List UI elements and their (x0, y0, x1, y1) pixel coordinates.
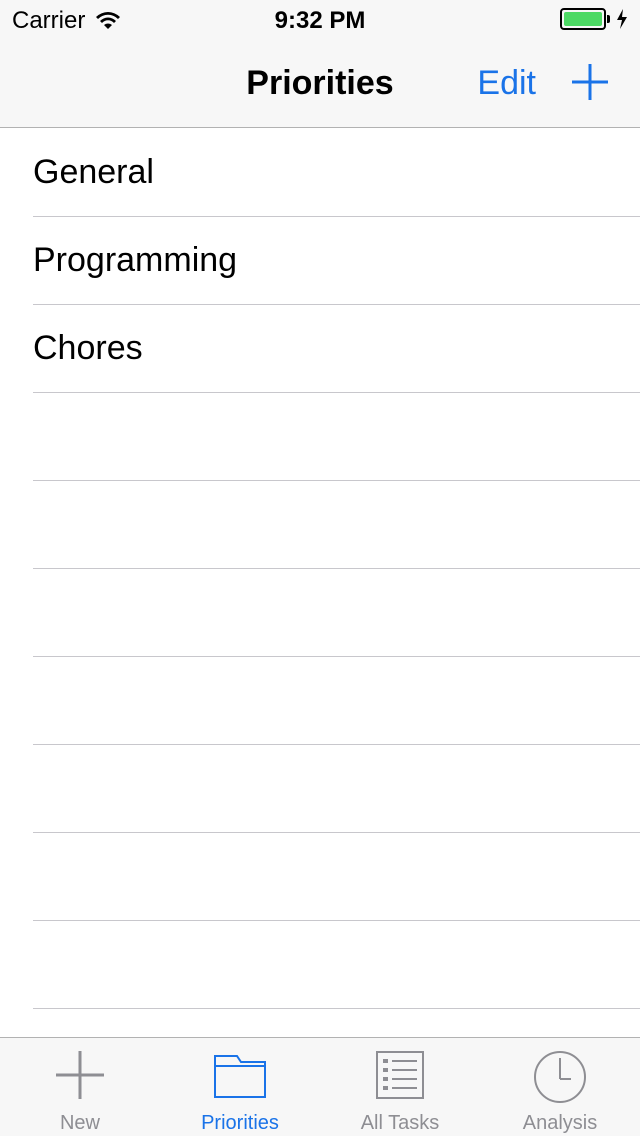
plus-icon (56, 1051, 104, 1099)
table-row-empty (33, 569, 640, 657)
row-label: General (33, 153, 154, 191)
page-title: Priorities (246, 64, 394, 102)
row-label: Programming (33, 241, 238, 279)
table-row-empty (33, 921, 640, 1009)
tab-all-tasks[interactable]: All Tasks (320, 1038, 480, 1136)
battery-icon (560, 8, 606, 30)
table-row-empty (33, 833, 640, 921)
folder-icon (214, 1055, 266, 1098)
edit-button[interactable]: Edit (477, 64, 536, 103)
tab-new[interactable]: New (0, 1038, 160, 1136)
charging-bolt-icon (617, 9, 627, 29)
navigation-bar: Priorities Edit (0, 40, 640, 128)
clock-icon (534, 1051, 586, 1103)
tab-label: All Tasks (360, 1112, 440, 1134)
plus-icon (572, 64, 608, 100)
table-row-empty (33, 393, 640, 481)
add-priority-button[interactable] (570, 62, 610, 102)
tab-bar: New Priorities All Tasks Analysis (0, 1037, 640, 1136)
table-row[interactable]: Programming (33, 217, 640, 305)
tab-label: New (59, 1112, 100, 1134)
battery-tip (607, 15, 610, 23)
row-label: Chores (33, 329, 143, 367)
tab-label: Priorities (201, 1112, 279, 1134)
table-row-empty (33, 481, 640, 569)
battery-fill (564, 12, 602, 26)
tab-priorities[interactable]: Priorities (160, 1038, 320, 1136)
tab-analysis[interactable]: Analysis (480, 1038, 640, 1136)
list-icon (376, 1051, 424, 1099)
table-row-empty (33, 657, 640, 745)
status-time: 9:32 PM (274, 7, 366, 34)
table-row[interactable]: Chores (33, 305, 640, 393)
battery-indicator (560, 8, 628, 30)
table-row-empty (33, 745, 640, 833)
table-row[interactable]: General (33, 129, 640, 217)
priorities-table: General Programming Chores (0, 129, 640, 1037)
status-bar: Carrier 9:32 PM (0, 0, 640, 40)
screen: Carrier 9:32 PM Priorities Edit General … (0, 0, 640, 1136)
tab-label: Analysis (522, 1112, 598, 1134)
